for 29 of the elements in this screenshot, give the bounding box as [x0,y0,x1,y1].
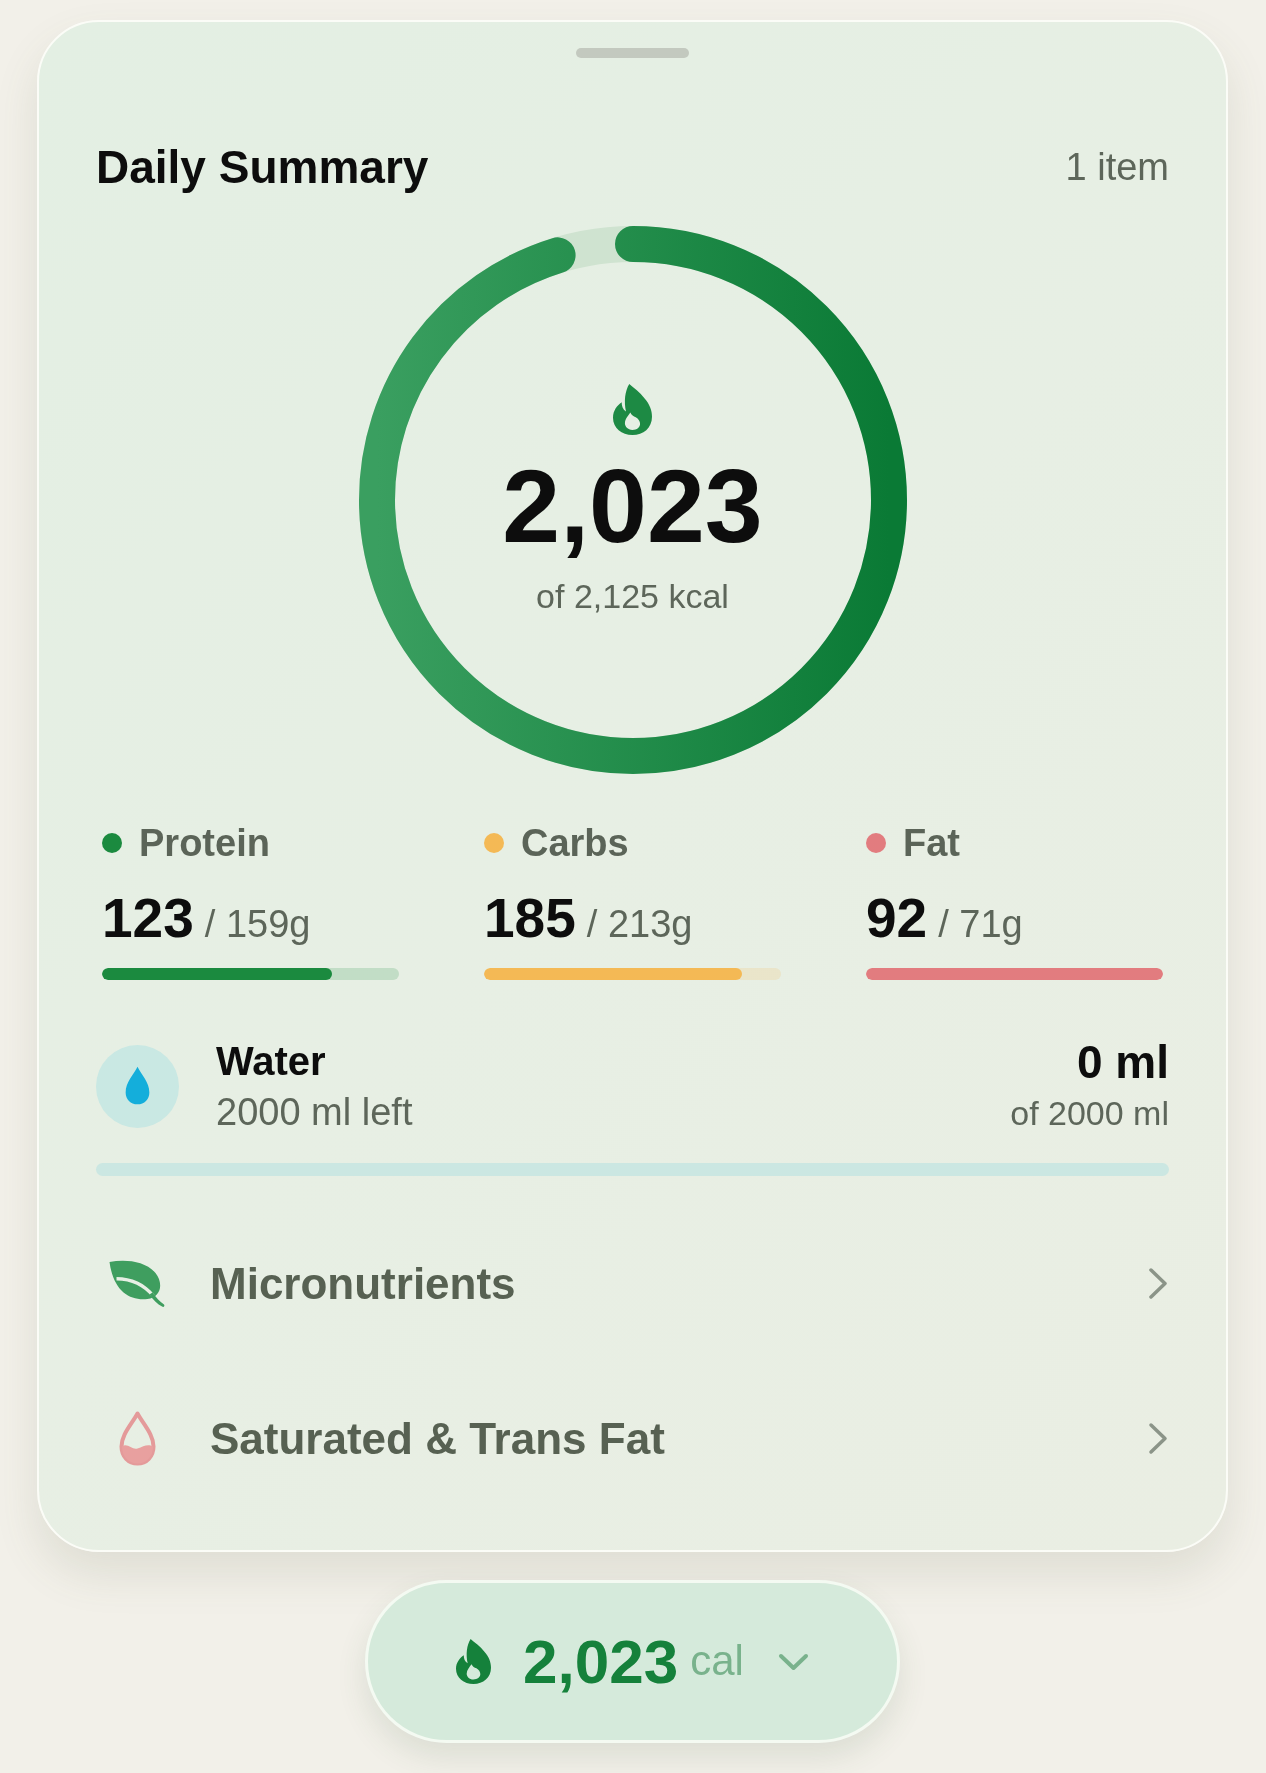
macro-name: Protein [139,821,270,866]
macro-amount: 92 [866,888,928,949]
calorie-goal: of 2,125 kcal [536,575,729,617]
macro-target: / 71g [938,902,1023,948]
drag-handle[interactable] [576,48,689,58]
water-remaining: 2000 ml left [216,1090,413,1136]
sheet-title: Daily Summary [96,140,429,195]
detail-row[interactable]: Micronutrients [96,1206,1169,1362]
detail-row[interactable]: Saturated & Trans Fat [96,1361,1169,1517]
macro-target: / 213g [586,902,693,948]
leaf-icon [108,1259,166,1308]
water-title: Water [216,1038,326,1086]
chevron-right-icon [1148,1267,1168,1301]
water-goal: of 2000 ml [1010,1093,1169,1135]
macro-target: / 159g [204,902,311,948]
chevron-down-icon [777,1652,809,1671]
chevron-right-icon [1148,1422,1168,1456]
macro-name: Fat [903,821,960,866]
water-drop-icon [96,1044,179,1128]
calorie-total-button[interactable]: 2,023 cal [365,1580,900,1744]
flame-icon [456,1639,492,1685]
drop-icon [117,1411,157,1467]
water-amount: 0 ml [1076,1037,1169,1088]
macro-amount: 123 [102,888,194,949]
item-count: 1 item [1065,144,1169,190]
macro-name: Carbs [521,821,629,866]
calorie-total: 2,023 [502,453,763,558]
flame-icon [613,383,652,435]
macro-amount: 185 [484,888,576,949]
